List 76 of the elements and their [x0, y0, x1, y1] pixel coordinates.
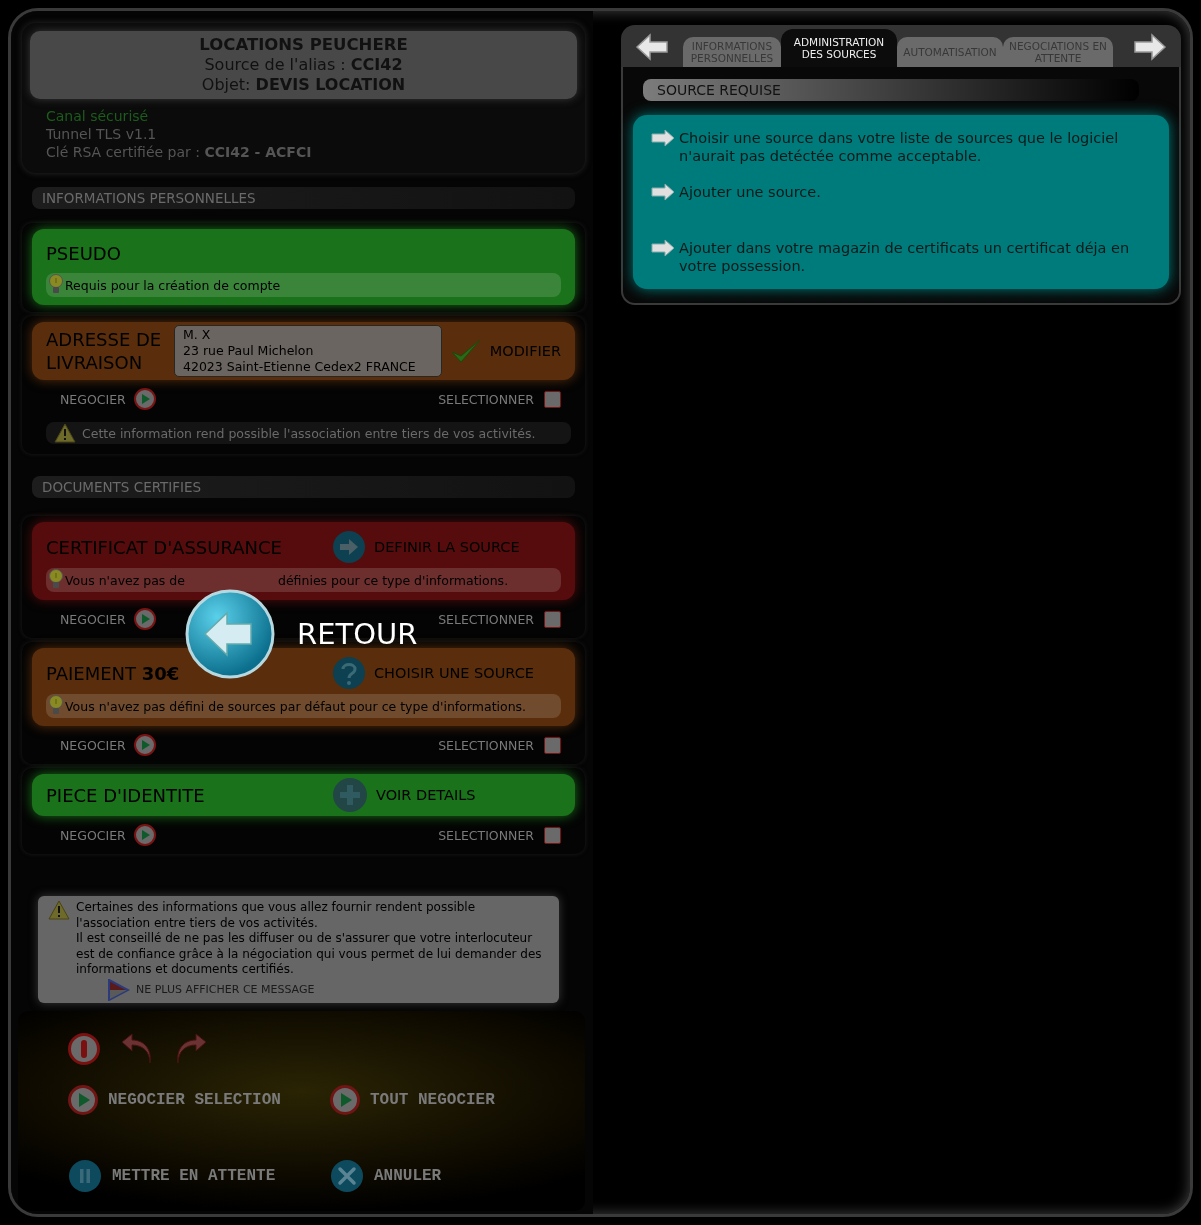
hint-text: Vous n'avez pas défini de sources par défaut pour ce type d'informations.	[65, 698, 527, 714]
hint-text: Requis pour la création de compte	[65, 277, 281, 293]
option-link[interactable]: Ajouter une source.	[679, 183, 821, 201]
play-icon	[133, 608, 156, 630]
tab[interactable]: ADMINISTRATION DES SOURCES	[781, 29, 897, 67]
plus-icon	[332, 777, 368, 813]
play-icon	[133, 824, 156, 846]
arrow-right-icon	[1133, 33, 1167, 61]
redo-icon	[174, 1032, 208, 1065]
previous-button[interactable]	[635, 33, 669, 61]
dismiss-link[interactable]: NE PLUS AFFICHER CE MESSAGE	[106, 978, 315, 1001]
arrow-right-icon	[651, 129, 675, 147]
hint-text: définies pour ce type d'informations.	[278, 572, 509, 588]
arrow-right-icon	[651, 239, 675, 257]
back-button[interactable]	[185, 589, 275, 679]
arrow-left-icon	[635, 33, 669, 61]
option-link[interactable]: Ajouter dans votre magazin de certificats un certificat déja en votre possession.	[679, 239, 1149, 275]
option-link[interactable]: Choisir une source dans votre liste de sources que le logiciel n'aurait pas detéctée comme acceptable.	[679, 129, 1149, 165]
redo-button[interactable]	[174, 1032, 208, 1065]
power-button[interactable]	[68, 1032, 100, 1065]
channel-status: Canal sécurisé	[46, 107, 150, 125]
section-title: DOCUMENTS CERTIFIES	[32, 476, 575, 498]
select-label: SELECTIONNER	[438, 391, 534, 407]
checkmark-icon	[449, 338, 482, 364]
lightbulb-icon	[48, 274, 64, 296]
lightbulb-icon	[48, 569, 64, 591]
section-title: INFORMATIONS PERSONNELLES	[32, 187, 575, 209]
panel-title: SOURCE REQUISE	[643, 79, 1139, 101]
notice-text: Certaines des informations que vous allez fournir rendent possible l'association entre tiers de vos activités.	[76, 900, 477, 931]
undo-button[interactable]	[120, 1032, 154, 1065]
address-field[interactable]: M. X 23 rue Paul Michelon 42023 Saint-Etienne Cedex2 FRANCE	[174, 325, 442, 377]
lightbulb-icon	[48, 695, 64, 717]
negotiate-button[interactable]: NEGOCIER	[60, 388, 156, 410]
card-title: ADRESSE DE LIVRAISON	[46, 328, 163, 374]
warning-text: Cette information rend possible l'association entre tiers de vos activités.	[82, 425, 536, 441]
key-info: Clé RSA certifiée par : CCI42 - ACFCI	[46, 143, 313, 161]
notice-text: Il est conseillé de ne pas les diffuser ou de s'assurer que votre interlocuteur est de confiance grâce à la négociation qui vous permet de lui demander des informations et documents certifiés.	[76, 931, 543, 978]
footer-button[interactable]: METTRE EN ATTENTE	[68, 1158, 330, 1193]
select-checkbox[interactable]	[544, 826, 561, 844]
hint-text: Vous n'avez pas de	[65, 572, 185, 588]
warning-icon	[48, 900, 70, 920]
arrow-right-icon	[651, 183, 675, 201]
select-label: SELECTIONNER	[438, 737, 534, 753]
power-icon	[68, 1032, 100, 1065]
select-checkbox[interactable]	[544, 736, 561, 754]
footer-button[interactable]: ANNULER	[330, 1158, 585, 1193]
card-title: PAIEMENT 30€	[46, 662, 181, 684]
play-icon	[133, 388, 156, 410]
card-action-button[interactable]: CHOISIR UNE SOURCE	[332, 656, 534, 690]
negotiate-button[interactable]: NEGOCIER	[60, 734, 156, 756]
pause-icon	[68, 1158, 102, 1193]
card-action-button[interactable]: MODIFIER	[449, 338, 561, 364]
object-label: Objet: DEVIS LOCATION	[200, 75, 407, 95]
company-name: LOCATIONS PEUCHERE	[198, 35, 409, 55]
card-title: CERTIFICAT D'ASSURANCE	[46, 536, 283, 558]
play-icon	[68, 1084, 98, 1115]
undo-icon	[120, 1032, 154, 1065]
arrow-right-icon	[332, 530, 366, 564]
card-action-button[interactable]: VOIR DETAILS	[332, 777, 476, 813]
card-title: PSEUDO	[46, 242, 122, 264]
select-label: SELECTIONNER	[438, 611, 534, 627]
select-label: SELECTIONNER	[438, 827, 534, 843]
next-button[interactable]	[1133, 33, 1167, 61]
play-icon	[133, 734, 156, 756]
close-icon	[330, 1158, 364, 1193]
select-checkbox[interactable]	[544, 610, 561, 628]
play-icon	[330, 1084, 360, 1115]
question-icon	[332, 656, 366, 690]
back-label: RETOUR	[297, 617, 418, 651]
negotiate-button[interactable]: NEGOCIER	[60, 608, 156, 630]
card-title: PIECE D'IDENTITE	[46, 784, 206, 806]
tunnel-info: Tunnel TLS v1.1	[46, 125, 158, 143]
footer-button[interactable]: TOUT NEGOCIER	[330, 1084, 585, 1115]
select-checkbox[interactable]	[544, 390, 561, 408]
footer-button[interactable]: NEGOCIER SELECTION	[68, 1084, 330, 1115]
negotiate-button[interactable]: NEGOCIER	[60, 824, 156, 846]
